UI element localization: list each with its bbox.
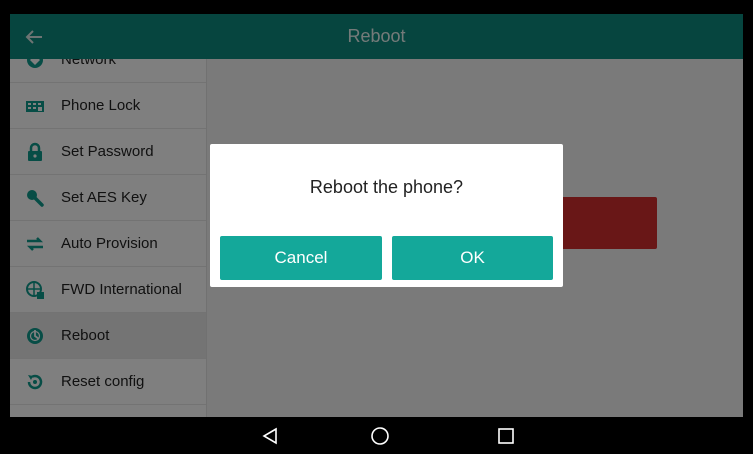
back-triangle-icon — [262, 427, 277, 444]
home-circle-icon — [371, 426, 389, 445]
system-navbar — [10, 417, 743, 454]
phone-screen: Reboot Network Phone Lock Set Password S… — [10, 14, 743, 417]
cancel-button[interactable]: Cancel — [220, 236, 382, 280]
nav-recents-button[interactable] — [476, 417, 536, 454]
recents-square-icon — [498, 427, 514, 444]
confirm-dialog: Reboot the phone? Cancel OK — [210, 144, 563, 287]
nav-back-button[interactable] — [240, 417, 300, 454]
dialog-message: Reboot the phone? — [309, 177, 464, 197]
ok-button[interactable]: OK — [392, 236, 553, 280]
nav-home-button[interactable] — [350, 417, 410, 454]
